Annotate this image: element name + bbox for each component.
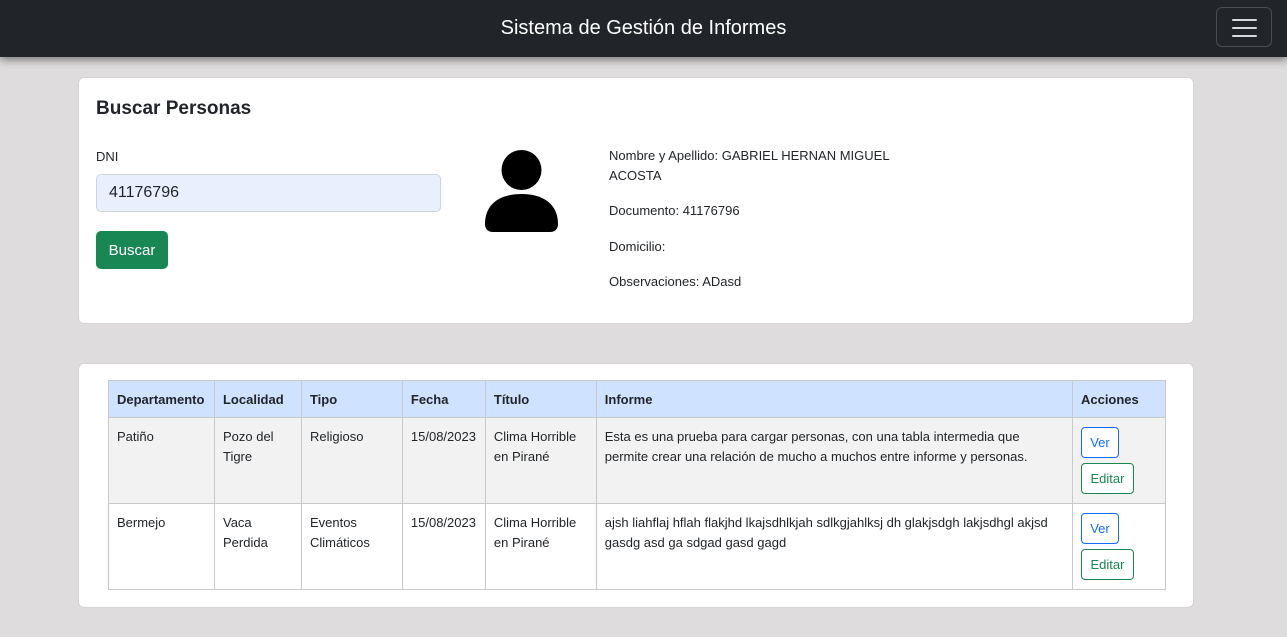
search-button[interactable]: Buscar <box>96 231 168 269</box>
ver-button[interactable]: Ver <box>1080 427 1119 458</box>
header-informe: Informe <box>595 380 1073 418</box>
person-documento: Documento: 41176796 <box>609 203 740 218</box>
cell-informe: ajsh liahflaj hflah flakjhd lkajsdhlkjah… <box>595 503 1073 590</box>
cell-informe: Esta es una prueba para cargar personas,… <box>595 417 1073 504</box>
person-name-line2: ACOSTA <box>609 168 662 183</box>
editar-button[interactable]: Editar <box>1080 549 1134 580</box>
ver-button[interactable]: Ver <box>1080 513 1119 544</box>
header-acciones: Acciones <box>1071 380 1167 418</box>
header-titulo: Título <box>484 380 597 418</box>
search-title: Buscar Personas <box>96 98 252 119</box>
header-tipo: Tipo <box>300 380 403 418</box>
cell-localidad: Pozo del Tigre <box>213 417 302 504</box>
person-name: Nombre y Apellido: GABRIEL HERNAN MIGUEL… <box>609 146 899 186</box>
cell-fecha: 15/08/2023 <box>401 503 486 590</box>
cell-departamento: Patiño <box>108 417 215 504</box>
dni-input[interactable] <box>96 174 441 212</box>
cell-acciones: Ver Editar <box>1071 503 1167 590</box>
reports-card: Departamento Localidad Tipo Fecha Título… <box>78 363 1194 608</box>
cell-titulo: Clima Horrible en Pirané <box>484 417 597 504</box>
cell-departamento: Bermejo <box>108 503 215 590</box>
cell-titulo: Clima Horrible en Pirané <box>484 503 597 590</box>
cell-tipo: Eventos Climáticos <box>300 503 403 590</box>
person-icon <box>485 150 558 232</box>
header-fecha: Fecha <box>401 380 486 418</box>
editar-button[interactable]: Editar <box>1080 463 1134 494</box>
table-row: Patiño Pozo del Tigre Religioso 15/08/20… <box>108 417 1167 504</box>
cell-fecha: 15/08/2023 <box>401 417 486 504</box>
cell-tipo: Religioso <box>300 417 403 504</box>
cell-localidad: Vaca Perdida <box>213 503 302 590</box>
header-departamento: Departamento <box>108 380 215 418</box>
navbar: Sistema de Gestión de Informes <box>0 0 1287 57</box>
person-name-line1: Nombre y Apellido: GABRIEL HERNAN MIGUEL <box>609 148 890 163</box>
cell-acciones: Ver Editar <box>1071 417 1167 504</box>
table-header-row: Departamento Localidad Tipo Fecha Título… <box>108 380 1167 418</box>
table-row: Bermejo Vaca Perdida Eventos Climáticos … <box>108 503 1167 590</box>
navbar-brand[interactable]: Sistema de Gestión de Informes <box>0 17 1287 40</box>
search-card: Buscar Personas DNI Buscar Nombre y Apel… <box>78 77 1194 324</box>
person-domicilio: Domicilio: <box>609 239 666 254</box>
header-localidad: Localidad <box>213 380 302 418</box>
navbar-toggler-button[interactable] <box>1216 7 1272 47</box>
reports-table: Departamento Localidad Tipo Fecha Título… <box>108 380 1167 590</box>
dni-label: DNI <box>96 149 119 164</box>
person-observaciones: Observaciones: ADasd <box>609 274 742 289</box>
